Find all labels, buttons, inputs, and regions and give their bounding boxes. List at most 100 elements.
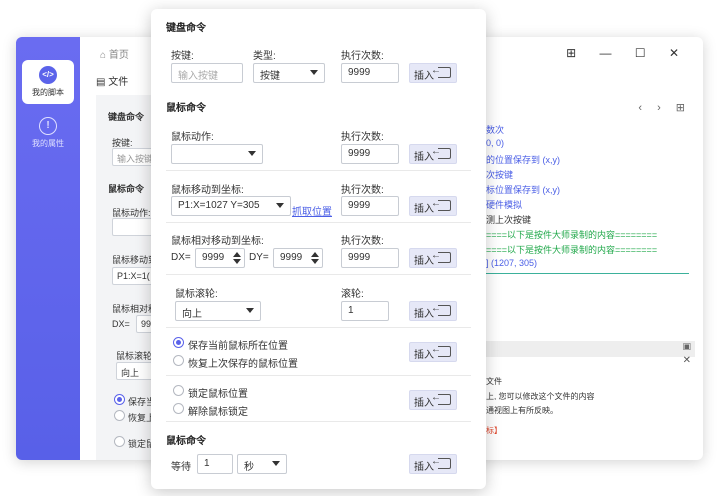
dx-stepper[interactable]: 9999 (195, 248, 245, 268)
wheel-count-input[interactable]: 1 (341, 301, 389, 321)
divider (166, 327, 471, 328)
bg-mouse-title: 鼠标命令 (108, 184, 145, 194)
chevron-down-icon (246, 308, 254, 313)
insert-wheel-button[interactable]: 插入 (409, 301, 457, 321)
code-line-text: 数次 (486, 125, 505, 135)
save-position-radio[interactable] (173, 337, 184, 348)
rel-label: 鼠标相对移动到坐标: (171, 236, 264, 247)
bg-key-input[interactable]: 输入按键 (112, 148, 156, 166)
code-line: ] (1207, 305) (486, 258, 537, 268)
editor-divider (486, 273, 689, 274)
nav-my-scripts[interactable]: </> 我的脚本 (22, 60, 74, 104)
code-icon: </> (39, 66, 57, 84)
wait-unit-value: 秒 (244, 462, 254, 473)
code-line-text: 测上次按键 (486, 215, 532, 225)
bg-action-select[interactable] (112, 218, 156, 236)
file-menu[interactable]: ▤ 文件 (96, 73, 128, 88)
divider (166, 170, 471, 171)
bg-move-select[interactable]: P1:X=1( (112, 267, 156, 285)
output-panel-header: ▣ (486, 341, 695, 357)
code-line: ====以下是按件大师录制的内容======== (486, 228, 657, 241)
code-line: 的位置保存到 (x,y) (486, 153, 560, 166)
mouse-section-title: 鼠标命令 (166, 103, 206, 114)
wheel-value: 向上 (182, 309, 202, 320)
panel-icon[interactable]: ▣ (682, 341, 691, 351)
code-line-text: ====以下是按件大师录制的内容======== (486, 230, 658, 240)
move-select[interactable]: P1:X=1027 Y=305 (171, 196, 291, 216)
insert-move-button[interactable]: 插入 (409, 196, 457, 216)
bg-keyboard-title: 键盘命令 (108, 112, 145, 122)
dy-stepper[interactable]: 9999 (273, 248, 323, 268)
insert-position-button[interactable]: 插入 (409, 342, 457, 362)
enter-icon (431, 198, 451, 211)
code-line: 标位置保存到 (x,y) (486, 183, 560, 196)
action-count-input[interactable]: 9999 (341, 144, 399, 164)
bg-lock-radio[interactable] (114, 436, 125, 447)
capture-position-link[interactable]: 抓取位置 (292, 203, 332, 218)
wheel-count-label: 滚轮: (341, 289, 364, 300)
type-select[interactable]: 按键 (253, 63, 325, 83)
action-select[interactable] (171, 144, 263, 164)
nav-my-properties-label: 我的属性 (32, 139, 64, 148)
nav-my-scripts-label: 我的脚本 (32, 88, 64, 97)
info-line: 通视图上有所反映。 (486, 406, 558, 415)
key-label: 按键: (171, 51, 194, 62)
chevron-down-icon (310, 70, 318, 75)
rel-count-input[interactable]: 9999 (341, 248, 399, 268)
stepper-arrows-icon[interactable] (233, 252, 241, 264)
insert-keyboard-button[interactable]: 插入 (409, 63, 457, 83)
window-controls[interactable]: ⊞ — ☐ ✕ (566, 46, 689, 60)
code-line: 测上次按键 (486, 213, 531, 226)
dy-label: DY= (249, 252, 269, 263)
bg-save-radio[interactable] (114, 394, 125, 405)
divider (166, 375, 471, 376)
code-line-text: 的位置保存到 (x,y) (486, 155, 560, 165)
editor-nav-arrows[interactable]: ‹ › ⊞ (638, 101, 691, 114)
enter-icon (431, 344, 451, 357)
wait-unit-select[interactable]: 秒 (237, 454, 287, 474)
code-line-text: 次按键 (486, 170, 514, 180)
bg-wheel-select[interactable]: 向上 (116, 362, 156, 380)
wait-input[interactable]: 1 (197, 454, 233, 474)
sidebar: </> 我的脚本 ! 我的属性 (16, 37, 80, 460)
bg-restore-radio[interactable] (114, 410, 125, 421)
key-count-input[interactable]: 9999 (341, 63, 399, 83)
enter-icon (431, 65, 451, 78)
unlock-position-radio[interactable] (173, 403, 184, 414)
enter-icon (431, 392, 451, 405)
key-input[interactable]: 输入按键 (171, 63, 243, 83)
insert-rel-button[interactable]: 插入 (409, 248, 457, 268)
code-line-text: 标位置保存到 (x,y) (486, 185, 560, 195)
divider (166, 274, 471, 275)
insert-wait-button[interactable]: 插入 (409, 454, 457, 474)
key-count-label: 执行次数: (341, 51, 384, 62)
chevron-down-icon (276, 203, 284, 208)
lock-position-radio[interactable] (173, 385, 184, 396)
code-line: 硬件模拟 (486, 198, 522, 211)
chevron-down-icon (272, 461, 280, 466)
save-position-label: 保存当前鼠标所在位置 (188, 341, 288, 352)
stepper-arrows-icon[interactable] (311, 252, 319, 264)
dx-label: DX= (171, 252, 191, 263)
code-line: 数次 (486, 123, 504, 136)
file-menu-label: 文件 (108, 77, 129, 88)
enter-icon (431, 303, 451, 316)
home-tab[interactable]: ⌂ 首页 (100, 46, 129, 61)
restore-position-radio[interactable] (173, 355, 184, 366)
wheel-select[interactable]: 向上 (175, 301, 261, 321)
wheel-label: 鼠标滚轮: (175, 289, 218, 300)
restore-position-label: 恢复上次保存的鼠标位置 (188, 359, 298, 370)
command-popup: 键盘命令 按键: 输入按键 类型: 按键 执行次数: 9999 插入 鼠标命令 … (151, 9, 486, 489)
insert-lock-button[interactable]: 插入 (409, 390, 457, 410)
bg-dx-label: DX= (112, 319, 130, 329)
move-value: P1:X=1027 Y=305 (178, 200, 260, 211)
insert-action-button[interactable]: 插入 (409, 144, 457, 164)
move-count-input[interactable]: 9999 (341, 196, 399, 216)
enter-icon (431, 456, 451, 469)
move-label: 鼠标移动到坐标: (171, 185, 244, 196)
dy-value: 9999 (280, 252, 303, 263)
home-label: 首页 (108, 50, 129, 61)
nav-my-properties[interactable]: ! 我的属性 (22, 117, 74, 149)
code-editor[interactable]: ‹ › ⊞ 数次 0, 0) 的位置保存到 (x,y) 次按键 标位置保存到 (… (486, 95, 703, 315)
close-icon[interactable]: ✕ (683, 355, 691, 366)
